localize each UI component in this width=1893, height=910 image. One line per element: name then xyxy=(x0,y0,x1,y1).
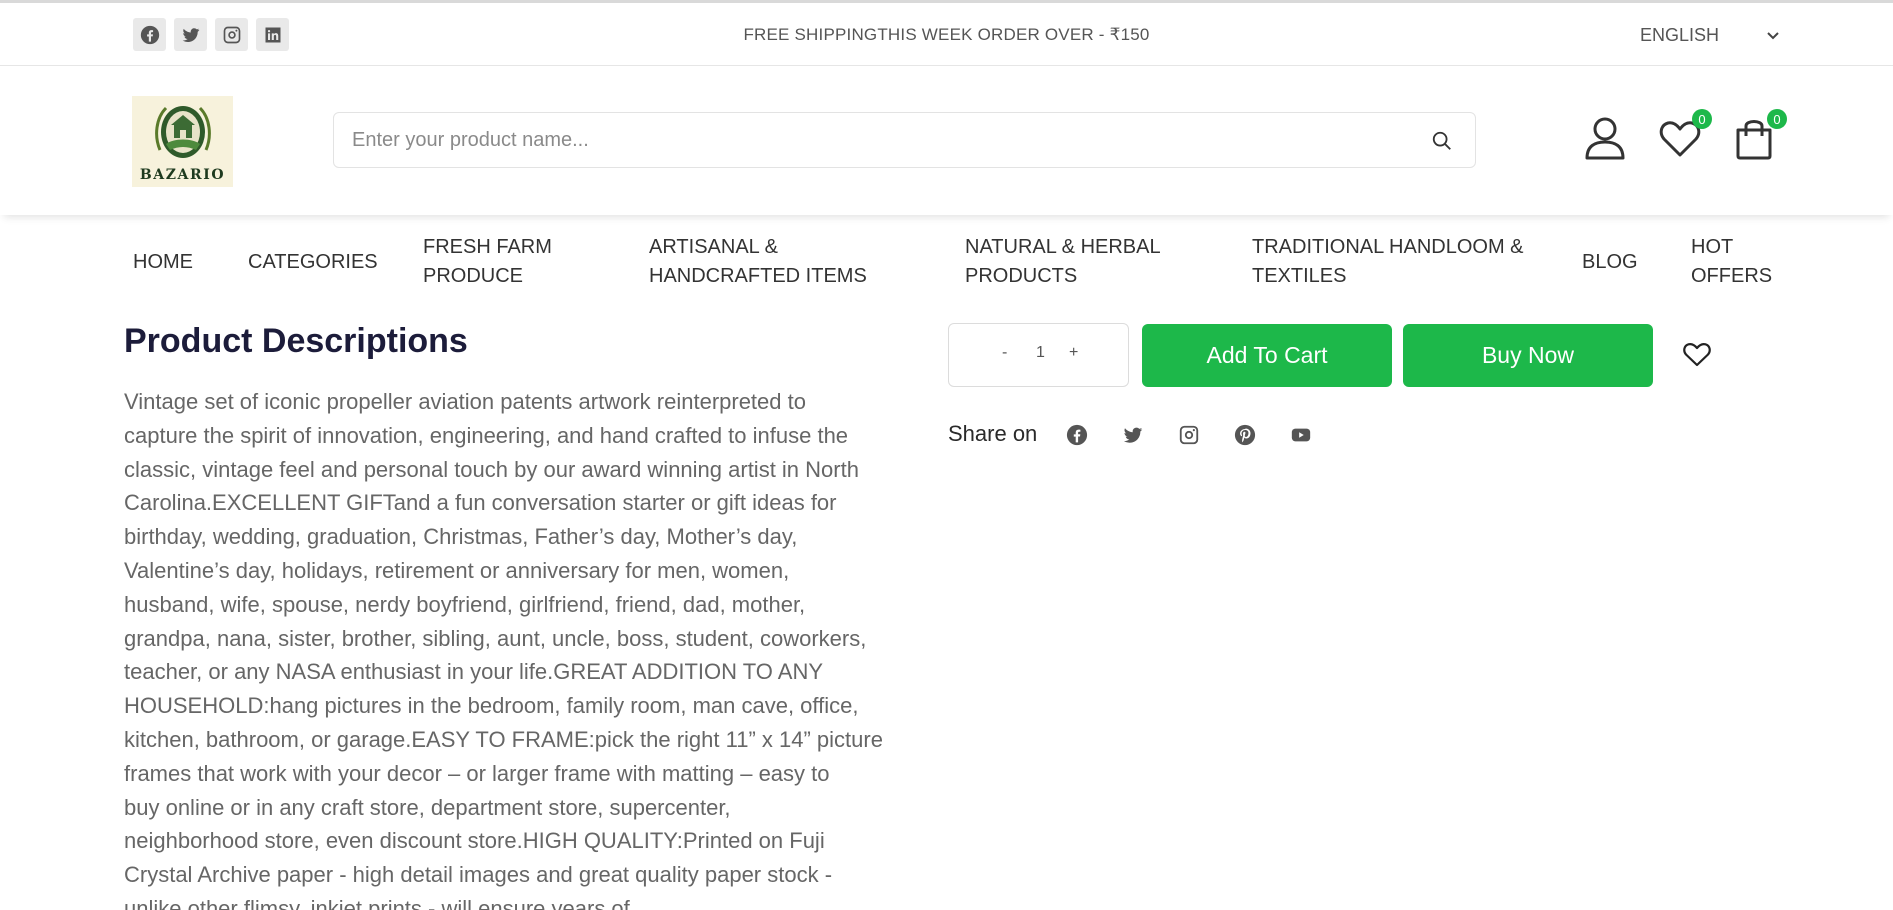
nav-label-line-2: PRODUCE xyxy=(423,265,524,287)
description-line: classic, vintage feel and personal touch… xyxy=(124,456,859,482)
chevron-down-icon xyxy=(1767,32,1779,40)
share-links xyxy=(1066,424,1312,446)
nav-label-line-2: TEXTILES xyxy=(1252,265,1347,287)
description-line: birthday, wedding, graduation, Christmas… xyxy=(124,524,798,550)
description-line: Vintage set of iconic propeller aviation… xyxy=(124,389,806,414)
nav-traditional-handloom[interactable]: TRADITIONAL HANDLOOM & TEXTILES xyxy=(1252,233,1524,291)
description-line: Carolina.EXCELLENT GIFTand a fun convers… xyxy=(124,490,837,516)
nav-label-line-2: HANDCRAFTED ITEMS xyxy=(649,265,867,287)
quantity-increase-button[interactable]: + xyxy=(1069,344,1078,362)
quantity-value[interactable]: 1 xyxy=(1036,344,1045,362)
nav-natural-herbal[interactable]: NATURAL & HERBAL PRODUCTS xyxy=(965,233,1161,291)
promo-banner: FREE SHIPPINGTHIS WEEK ORDER OVER - ₹150 xyxy=(743,25,1150,44)
cart-count-badge: 0 xyxy=(1767,109,1787,129)
youtube-icon[interactable] xyxy=(1290,424,1312,446)
search-bar xyxy=(333,112,1476,168)
description-line: frames that work with your decor – or la… xyxy=(124,760,830,786)
logo-text: BAZARIO xyxy=(139,167,226,183)
buy-now-button[interactable]: Buy Now xyxy=(1403,324,1653,387)
nav-home[interactable]: HOME xyxy=(133,248,193,277)
nav-fresh-farm-produce[interactable]: FRESH FARM PRODUCE xyxy=(423,233,552,291)
description-line: teacher, or any NASA enthusiast in your … xyxy=(124,659,824,685)
wishlist-count-badge: 0 xyxy=(1692,109,1712,129)
description-line: grandpa, nana, sister, brother, sibling,… xyxy=(124,625,867,651)
nav-categories[interactable]: CATEGORIES xyxy=(248,248,378,277)
nav-label-line-1: TRADITIONAL HANDLOOM & xyxy=(1252,236,1524,258)
add-to-wishlist-icon[interactable] xyxy=(1683,342,1711,367)
search-input[interactable] xyxy=(352,123,1392,157)
instagram-icon[interactable] xyxy=(1178,424,1200,446)
nav-artisanal-handcrafted[interactable]: ARTISANAL & HANDCRAFTED ITEMS xyxy=(649,233,867,291)
share-label: Share on xyxy=(948,421,1038,446)
description-line: Crystal Archive paper - high detail imag… xyxy=(124,862,833,888)
add-to-cart-button[interactable]: Add To Cart xyxy=(1142,324,1392,387)
description-line: husband, wife, spouse, nerdy boyfriend, … xyxy=(124,591,806,617)
main-header: BAZARIO 0 0 xyxy=(0,66,1893,215)
language-label: ENGLISH xyxy=(1640,25,1720,45)
quantity-stepper: - 1 + xyxy=(948,323,1129,387)
logo[interactable]: BAZARIO xyxy=(132,96,233,187)
description-line: HOUSEHOLD:hang pictures in the bedroom, … xyxy=(124,693,859,719)
description-line: kitchen, bathroom, or garage.EASY TO FRA… xyxy=(124,726,883,752)
description-line: buy online or in any craft store, depart… xyxy=(124,794,731,820)
language-select[interactable]: ENGLISH xyxy=(1640,25,1780,49)
nav-label-line-2: OFFERS xyxy=(1691,265,1773,287)
product-description-text: Vintage set of iconic propeller aviation… xyxy=(124,385,904,910)
nav-label-line-2: PRODUCTS xyxy=(965,265,1078,287)
product-description-title: Product Descriptions xyxy=(124,322,468,360)
nav-hot-offers[interactable]: HOT OFFERS xyxy=(1691,233,1772,291)
quantity-decrease-button[interactable]: - xyxy=(1002,344,1007,362)
twitter-icon[interactable] xyxy=(1122,424,1144,446)
top-bar: FREE SHIPPINGTHIS WEEK ORDER OVER - ₹150… xyxy=(0,3,1893,66)
nav-blog[interactable]: BLOG xyxy=(1582,248,1638,277)
facebook-icon[interactable] xyxy=(1066,424,1088,446)
nav-label-line-1: HOT xyxy=(1691,236,1734,258)
nav-label-line-1: ARTISANAL & xyxy=(649,236,778,258)
main-nav: HOME CATEGORIES FRESH FARM PRODUCE ARTIS… xyxy=(0,215,1893,310)
nav-label-line-1: FRESH FARM xyxy=(423,236,552,258)
pinterest-icon[interactable] xyxy=(1234,424,1256,446)
description-line: unlike other flimsy, inkjet prints - wil… xyxy=(124,895,630,910)
account-icon[interactable] xyxy=(1584,116,1626,160)
description-line: neighborhood store, even discount store.… xyxy=(124,828,825,854)
description-line: Valentine’s day, holidays, retirement or… xyxy=(124,557,790,583)
logo-emblem xyxy=(155,106,211,158)
search-icon[interactable] xyxy=(1431,130,1453,152)
nav-label-line-1: NATURAL & HERBAL xyxy=(965,236,1161,258)
description-line: capture the spirit of innovation, engine… xyxy=(124,422,849,448)
